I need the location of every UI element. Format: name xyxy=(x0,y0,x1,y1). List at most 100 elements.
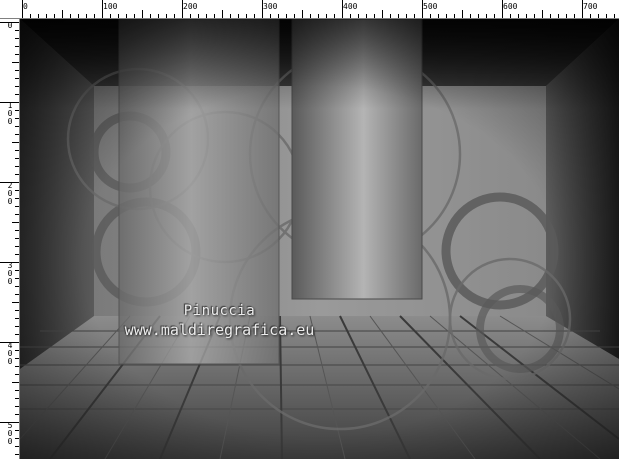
ruler-tick xyxy=(430,14,431,18)
ruler-tick xyxy=(398,14,399,18)
ruler-tick xyxy=(15,214,19,215)
ruler-tick xyxy=(310,14,311,18)
ruler-tick xyxy=(222,10,223,18)
ruler-tick xyxy=(614,14,615,18)
left-ruler-label-400: 4 0 0 xyxy=(7,341,13,366)
ruler-tick xyxy=(15,150,19,151)
ruler-tick xyxy=(15,230,19,231)
left-ruler-label-200: 2 0 0 xyxy=(7,181,13,206)
top-ruler-label-700: 700 xyxy=(583,2,598,11)
ruler-tick xyxy=(214,14,215,18)
ruler-tick xyxy=(15,398,19,399)
ruler-tick xyxy=(494,14,495,18)
ruler-tick xyxy=(78,14,79,18)
ruler-tick xyxy=(15,46,19,47)
ruler-tick xyxy=(334,14,335,18)
ruler-tick xyxy=(142,10,143,18)
ruler-tick xyxy=(478,14,479,18)
vertical-ruler[interactable]: 0 1 0 0 2 0 0 3 0 0 4 0 0 5 0 0 xyxy=(0,19,20,459)
ruler-tick xyxy=(12,382,19,383)
ruler-tick xyxy=(15,30,19,31)
ruler-tick xyxy=(15,446,19,447)
ruler-tick xyxy=(278,14,279,18)
ruler-tick xyxy=(510,14,511,18)
ruler-tick xyxy=(15,166,19,167)
ruler-tick xyxy=(15,390,19,391)
ruler-tick xyxy=(350,14,351,18)
ruler-tick xyxy=(15,190,19,191)
ruler-tick xyxy=(15,254,19,255)
ruler-tick xyxy=(38,14,39,18)
ruler-tick xyxy=(15,118,19,119)
top-ruler-label-100: 100 xyxy=(103,2,118,11)
ruler-tick xyxy=(94,14,95,18)
ruler-tick xyxy=(590,14,591,18)
ruler-tick xyxy=(270,14,271,18)
ruler-tick xyxy=(15,198,19,199)
image-canvas[interactable]: Pinuccia www.maldiregrafica.eu xyxy=(20,19,619,459)
ruler-tick xyxy=(206,14,207,18)
left-ruler-label-500: 5 0 0 xyxy=(7,421,13,446)
ruler-tick xyxy=(558,14,559,18)
ruler-tick xyxy=(12,222,19,223)
ruler-tick xyxy=(54,14,55,18)
ruler-tick xyxy=(470,14,471,18)
ruler-tick xyxy=(15,286,19,287)
ruler-tick xyxy=(12,302,19,303)
ruler-tick xyxy=(15,278,19,279)
ruler-tick xyxy=(598,14,599,18)
ruler-tick xyxy=(15,158,19,159)
ruler-tick xyxy=(446,14,447,18)
ruler-tick xyxy=(454,14,455,18)
ruler-tick xyxy=(550,14,551,18)
ruler-tick xyxy=(150,14,151,18)
top-ruler-label-0: 0 xyxy=(23,2,28,11)
top-ruler-label-200: 200 xyxy=(183,2,198,11)
ruler-tick xyxy=(15,38,19,39)
ruler-tick xyxy=(118,14,119,18)
ruler-tick xyxy=(358,14,359,18)
ruler-tick xyxy=(15,414,19,415)
ruler-tick xyxy=(574,14,575,18)
left-ruler-label-100: 1 0 0 xyxy=(7,101,13,126)
ruler-tick xyxy=(15,134,19,135)
ruler-tick xyxy=(15,406,19,407)
ruler-tick xyxy=(374,14,375,18)
ruler-tick xyxy=(62,10,63,18)
ruler-tick xyxy=(566,14,567,18)
ruler-tick xyxy=(15,438,19,439)
ruler-tick xyxy=(15,54,19,55)
top-ruler-label-300: 300 xyxy=(263,2,278,11)
ruler-tick xyxy=(15,206,19,207)
ruler-tick xyxy=(15,454,19,455)
ruler-tick xyxy=(254,14,255,18)
ruler-tick xyxy=(15,310,19,311)
ruler-tick xyxy=(518,14,519,18)
ruler-tick xyxy=(606,14,607,18)
ruler-tick xyxy=(246,14,247,18)
ruler-tick xyxy=(414,14,415,18)
ruler-tick xyxy=(15,238,19,239)
ruler-tick xyxy=(15,86,19,87)
ruler-tick xyxy=(15,374,19,375)
ruler-tick xyxy=(15,294,19,295)
room-artwork xyxy=(20,19,619,459)
ruler-tick xyxy=(198,14,199,18)
ruler-tick xyxy=(15,366,19,367)
ruler-tick xyxy=(238,14,239,18)
horizontal-ruler[interactable]: 0 100 200 300 400 500 600 700 xyxy=(0,0,619,19)
left-ruler-label-0: 0 xyxy=(7,21,13,30)
ruler-tick xyxy=(294,14,295,18)
ruler-tick xyxy=(15,126,19,127)
ruler-tick xyxy=(15,94,19,95)
ruler-tick xyxy=(534,14,535,18)
ruler-tick xyxy=(190,14,191,18)
ruler-tick xyxy=(366,14,367,18)
ruler-tick xyxy=(15,246,19,247)
top-ruler-label-500: 500 xyxy=(423,2,438,11)
ruler-tick xyxy=(15,174,19,175)
ruler-tick xyxy=(15,358,19,359)
left-ruler-label-300: 3 0 0 xyxy=(7,261,13,286)
ruler-tick xyxy=(382,10,383,18)
top-ruler-label-400: 400 xyxy=(343,2,358,11)
